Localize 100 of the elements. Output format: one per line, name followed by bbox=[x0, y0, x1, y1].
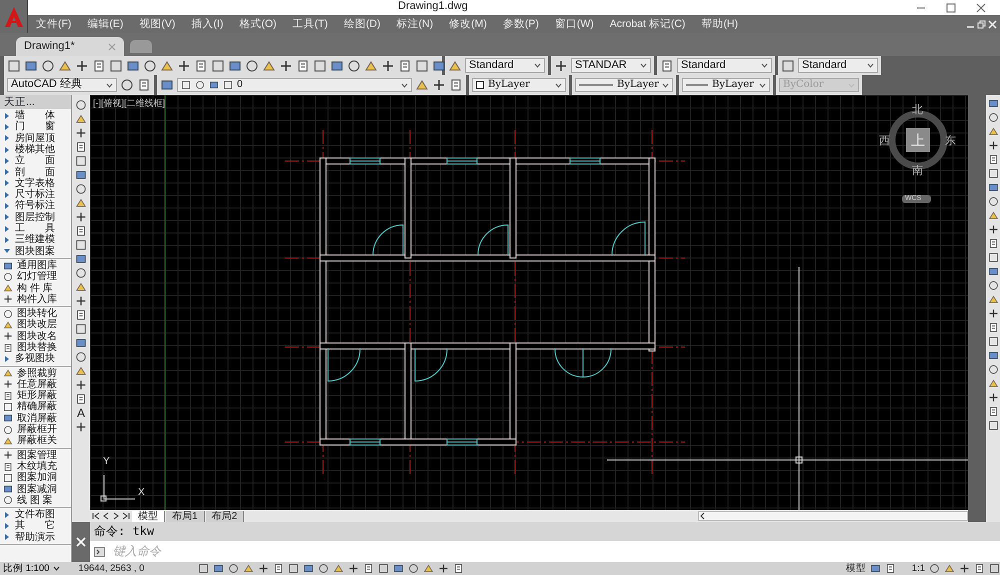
panel-menu-item[interactable]: 图案管理 bbox=[0, 450, 71, 461]
tool-icon[interactable] bbox=[393, 563, 404, 574]
tool-icon[interactable] bbox=[781, 58, 795, 72]
compass-label[interactable]: 东 bbox=[945, 135, 956, 148]
style-dropdown[interactable]: Standard bbox=[465, 58, 545, 73]
panel-menu-item[interactable]: 精确屏蔽 bbox=[0, 401, 71, 413]
tool-icon[interactable] bbox=[330, 58, 344, 72]
tool-icon[interactable] bbox=[177, 58, 191, 72]
panel-menu-item[interactable]: 图块改层 bbox=[0, 319, 71, 331]
tool-icon[interactable] bbox=[988, 308, 998, 319]
restore-icon[interactable] bbox=[977, 20, 986, 28]
tool-icon[interactable] bbox=[75, 253, 87, 265]
tool-icon[interactable] bbox=[929, 563, 940, 574]
annotation-scale[interactable]: 1:1 bbox=[912, 562, 925, 574]
tool-icon[interactable] bbox=[228, 58, 242, 72]
tool-icon[interactable] bbox=[398, 58, 412, 72]
menu-item[interactable]: 编辑(E) bbox=[87, 18, 124, 30]
menu-item[interactable]: 帮助(H) bbox=[701, 18, 738, 30]
tool-icon[interactable] bbox=[75, 267, 87, 279]
tool-icon[interactable] bbox=[288, 563, 300, 574]
tab-scroll-icon[interactable] bbox=[92, 512, 101, 520]
tool-icon[interactable] bbox=[988, 196, 998, 207]
tool-icon[interactable] bbox=[245, 58, 259, 72]
command-input[interactable]: 键入命令 bbox=[111, 543, 1000, 560]
panel-menu-item[interactable]: 图块替换 bbox=[0, 342, 71, 354]
layer-dropdown[interactable]: 0 bbox=[177, 78, 412, 92]
tool-icon[interactable] bbox=[988, 168, 998, 179]
linetype-dropdown[interactable]: ByLayer bbox=[575, 78, 673, 92]
tool-icon[interactable] bbox=[303, 563, 314, 574]
tool-icon[interactable] bbox=[449, 78, 463, 92]
panel-menu-item[interactable]: 图层控制 bbox=[0, 212, 71, 223]
tool-icon[interactable] bbox=[75, 365, 87, 377]
panel-menu-item[interactable]: 参照裁剪 bbox=[0, 368, 71, 379]
tool-icon[interactable] bbox=[432, 78, 446, 92]
tool-icon[interactable] bbox=[988, 364, 998, 375]
tool-icon[interactable] bbox=[75, 337, 87, 349]
tool-icon[interactable] bbox=[160, 78, 174, 92]
tool-icon[interactable] bbox=[194, 58, 208, 72]
panel-menu-item[interactable]: 三维建模 bbox=[0, 234, 71, 246]
tool-icon[interactable] bbox=[884, 563, 896, 574]
tool-icon[interactable] bbox=[75, 225, 87, 237]
tool-icon[interactable] bbox=[988, 252, 998, 263]
tool-icon[interactable] bbox=[453, 563, 464, 574]
panel-menu-item[interactable]: 剖 面 bbox=[0, 166, 71, 178]
panel-menu-item[interactable]: 木纹填充 bbox=[0, 460, 71, 472]
panel-menu-item[interactable]: 屏蔽框关 bbox=[0, 435, 71, 447]
tool-icon[interactable] bbox=[988, 336, 998, 347]
tool-icon[interactable] bbox=[988, 322, 998, 333]
tool-icon[interactable] bbox=[988, 350, 998, 361]
panel-menu-item[interactable]: 线 图 案 bbox=[0, 494, 71, 506]
model-space-button[interactable]: 模型 bbox=[846, 562, 866, 574]
panel-menu-item[interactable]: 符号标注 bbox=[0, 200, 71, 212]
tool-icon[interactable] bbox=[415, 58, 429, 72]
menu-item[interactable]: 绘图(D) bbox=[344, 18, 381, 30]
panel-menu-item[interactable]: 其 它 bbox=[0, 520, 71, 532]
menu-item[interactable]: Acrobat 标记(C) bbox=[610, 18, 686, 30]
compass-label[interactable]: 北 bbox=[912, 104, 923, 118]
panel-menu-item[interactable]: 门 窗 bbox=[0, 121, 71, 133]
tool-icon[interactable] bbox=[989, 563, 1000, 574]
tool-icon[interactable] bbox=[988, 98, 998, 109]
text-tool-button[interactable]: A bbox=[76, 407, 85, 419]
tool-icon[interactable] bbox=[273, 563, 284, 574]
tool-icon[interactable] bbox=[198, 563, 210, 574]
tool-icon[interactable] bbox=[75, 99, 87, 111]
menu-item[interactable]: 插入(I) bbox=[191, 18, 224, 30]
tool-icon[interactable] bbox=[870, 563, 881, 574]
tool-icon[interactable] bbox=[258, 563, 270, 574]
menu-item[interactable]: 格式(O) bbox=[239, 18, 277, 30]
tool-icon[interactable] bbox=[988, 280, 998, 291]
color-dropdown[interactable]: ByLayer bbox=[472, 78, 566, 92]
lineweight-dropdown[interactable]: ByLayer bbox=[682, 78, 770, 92]
tool-icon[interactable] bbox=[988, 140, 998, 151]
tool-icon[interactable] bbox=[75, 113, 87, 125]
tool-icon[interactable] bbox=[318, 563, 330, 574]
menu-item[interactable]: 修改(M) bbox=[449, 18, 487, 30]
panel-menu-item[interactable]: 墙 体 bbox=[0, 110, 71, 122]
tool-icon[interactable] bbox=[554, 58, 568, 72]
tool-icon[interactable] bbox=[75, 351, 87, 363]
tool-icon[interactable] bbox=[988, 420, 998, 431]
panel-menu-item[interactable]: 多视图块 bbox=[0, 353, 71, 365]
close-icon[interactable] bbox=[976, 2, 986, 12]
panel-menu-item[interactable]: 文字表格 bbox=[0, 178, 71, 190]
scale-dropdown[interactable]: 比例 1:100 bbox=[3, 562, 50, 574]
tool-icon[interactable] bbox=[75, 323, 87, 335]
panel-menu-item[interactable]: 文件布图 bbox=[0, 509, 71, 520]
tool-icon[interactable] bbox=[296, 58, 310, 72]
tool-icon[interactable] bbox=[75, 281, 87, 293]
tool-icon[interactable] bbox=[988, 406, 998, 417]
tool-icon[interactable] bbox=[120, 78, 134, 92]
document-tab[interactable]: Drawing1* bbox=[16, 37, 124, 56]
panel-menu-item[interactable]: 图案减洞 bbox=[0, 484, 71, 495]
workspace-dropdown[interactable]: AutoCAD 经典 bbox=[7, 78, 117, 92]
tool-icon[interactable] bbox=[988, 294, 998, 305]
tool-icon[interactable] bbox=[347, 58, 361, 72]
style-dropdown[interactable]: Standard bbox=[677, 58, 772, 73]
tool-icon[interactable] bbox=[213, 563, 224, 574]
tool-icon[interactable] bbox=[363, 563, 374, 574]
panel-menu-item[interactable]: 幻灯管理 bbox=[0, 271, 71, 282]
tool-icon[interactable] bbox=[988, 154, 998, 165]
compass-label[interactable]: 南 bbox=[912, 165, 923, 178]
